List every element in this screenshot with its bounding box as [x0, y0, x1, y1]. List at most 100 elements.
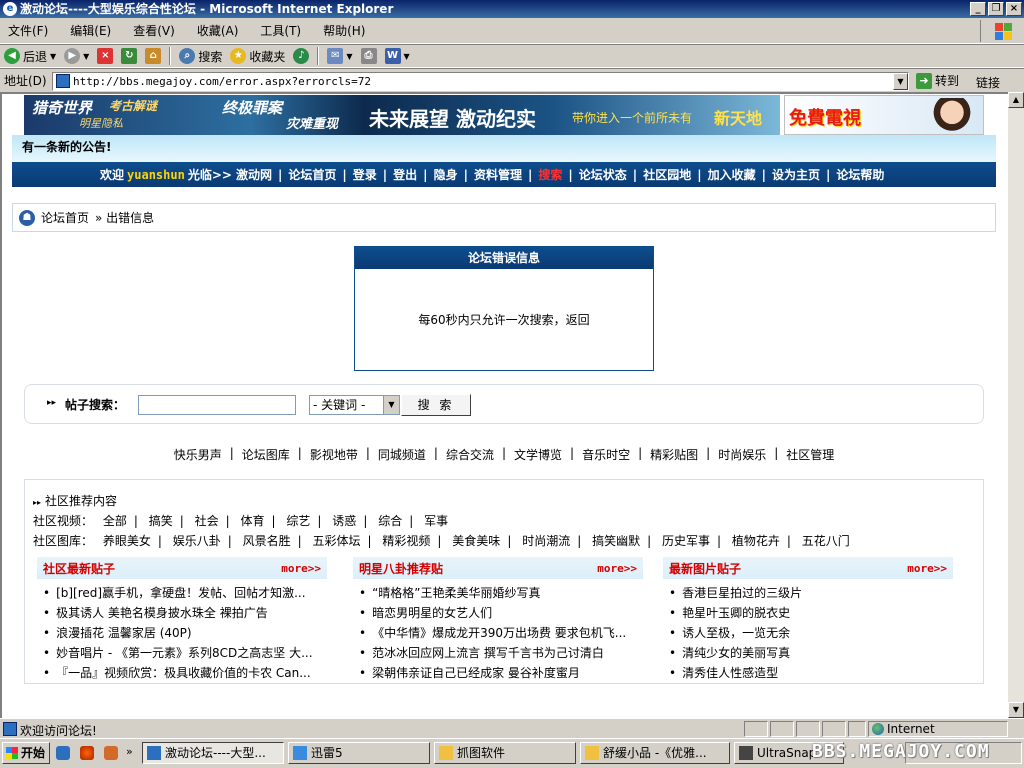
menu-favorites[interactable]: 收藏(A)	[197, 22, 239, 39]
gallery-link[interactable]: 五彩体坛	[313, 534, 361, 548]
search-type-select[interactable]: - 关键词 - ▼	[309, 395, 400, 415]
video-link[interactable]: 搞笑	[149, 514, 173, 528]
video-link[interactable]: 军事	[424, 514, 448, 528]
list-item[interactable]: “晴格格”王艳柔美华丽婚纱写真	[359, 583, 643, 603]
announcement-bar[interactable]: 有一条新的公告!	[12, 135, 996, 162]
category-link[interactable]: 论坛图库	[242, 446, 290, 466]
nav-item[interactable]: 登录	[353, 166, 377, 183]
taskbar-task[interactable]: 舒缓小品 -《优雅...	[580, 742, 730, 764]
refresh-button[interactable]: ↻	[121, 48, 138, 64]
category-link[interactable]: 时尚娱乐	[718, 446, 766, 466]
media-button[interactable]: ♪	[293, 48, 310, 64]
forward-button[interactable]: ▶ ▼	[64, 48, 89, 64]
gallery-link[interactable]: 历史军事	[662, 534, 710, 548]
gallery-link[interactable]: 时尚潮流	[522, 534, 570, 548]
menu-help[interactable]: 帮助(H)	[323, 22, 365, 39]
nav-item[interactable]: 设为主页	[772, 166, 820, 183]
menu-file[interactable]: 文件(F)	[8, 22, 48, 39]
gallery-link[interactable]: 养眼美女	[103, 534, 151, 548]
maximize-button[interactable]: ❐	[988, 2, 1004, 16]
taskbar-task[interactable]: 抓图软件	[434, 742, 576, 764]
video-link[interactable]: 诱惑	[332, 514, 356, 528]
category-link[interactable]: 影视地带	[310, 446, 358, 466]
gallery-link[interactable]: 美食美味	[452, 534, 500, 548]
quicklaunch-more-icon[interactable]: »	[126, 745, 133, 758]
menu-edit[interactable]: 编辑(E)	[70, 22, 111, 39]
nav-item[interactable]: 论坛帮助	[836, 166, 884, 183]
category-link[interactable]: 社区管理	[786, 446, 834, 466]
category-link[interactable]: 音乐时空	[582, 446, 630, 466]
favorites-button[interactable]: ★ 收藏夹	[230, 48, 285, 65]
side-banner-ad[interactable]: 免費電視	[784, 95, 984, 135]
list-item[interactable]: 极其诱人 美艳名模身披水珠全 裸拍广告	[43, 603, 327, 623]
nav-item[interactable]: 论坛状态	[579, 166, 627, 183]
print-button[interactable]: ⎙	[360, 48, 377, 64]
menu-view[interactable]: 查看(V)	[133, 22, 175, 39]
gallery-link[interactable]: 风景名胜	[243, 534, 291, 548]
list-item[interactable]: 范冰冰回应网上流言 撰写千言书为己讨清白	[359, 643, 643, 663]
vertical-scrollbar[interactable]: ▲ ▼	[1008, 92, 1024, 718]
menu-tools[interactable]: 工具(T)	[260, 22, 301, 39]
category-link[interactable]: 同城频道	[378, 446, 426, 466]
gallery-link[interactable]: 搞笑幽默	[592, 534, 640, 548]
category-link[interactable]: 精彩贴图	[650, 446, 698, 466]
go-button[interactable]: ➜ 转到	[916, 72, 959, 89]
gallery-link[interactable]: 娱乐八卦	[173, 534, 221, 548]
scroll-up-button[interactable]: ▲	[1008, 92, 1024, 108]
list-item[interactable]: 清纯少女的美丽写真	[669, 643, 953, 663]
close-button[interactable]: ×	[1006, 2, 1022, 16]
list-item[interactable]: 妙音唱片 - 《第一元素》系列8CD之高志坚 大...	[43, 643, 327, 663]
video-link[interactable]: 体育	[241, 514, 265, 528]
nav-username[interactable]: yuanshun	[127, 168, 185, 182]
nav-item[interactable]: 加入收藏	[708, 166, 756, 183]
nav-item[interactable]: 隐身	[434, 166, 458, 183]
home-button[interactable]: ⌂	[145, 48, 162, 64]
search-button[interactable]: ⌕ 搜索	[179, 48, 222, 65]
nav-item[interactable]: 登出	[393, 166, 417, 183]
list-item[interactable]: 梁朝伟亲证自己已经成家 曼谷补度蜜月	[359, 663, 643, 683]
back-button[interactable]: ◀ 后退 ▼	[4, 48, 56, 65]
breadcrumb-home[interactable]: 论坛首页	[41, 209, 89, 226]
nav-item[interactable]: 资料管理	[474, 166, 522, 183]
gallery-link[interactable]: 精彩视频	[382, 534, 430, 548]
quicklaunch-app-icon[interactable]	[104, 746, 118, 760]
quicklaunch-ie-icon[interactable]	[56, 746, 70, 760]
list-item[interactable]: 诱人至极，一览无余	[669, 623, 953, 643]
list-item[interactable]: [b][red]赢手机，拿硬盘！发帖、回帖才知激...	[43, 583, 327, 603]
list-item[interactable]: 浪漫插花 温馨家居 (40P)	[43, 623, 327, 643]
nav-item[interactable]: 论坛首页	[288, 166, 336, 183]
start-button[interactable]: 开始	[2, 742, 50, 764]
list-item[interactable]: 《中华情》爆成龙开390万出场费 要求包机飞...	[359, 623, 643, 643]
nav-item[interactable]: 激动网	[236, 166, 272, 183]
top-banner-ad[interactable]: 猎奇世界 考古解谜 明星隐私 终极罪案 灾难重现 未来展望 激动纪实 带你进入一…	[24, 95, 780, 135]
taskbar-task[interactable]: 激动论坛----大型...	[142, 742, 284, 764]
video-link[interactable]: 全部	[103, 514, 127, 528]
more-link[interactable]: more>>	[907, 562, 947, 575]
gallery-link[interactable]: 五花八门	[802, 534, 850, 548]
mail-button[interactable]: ✉ ▼	[327, 48, 353, 64]
more-link[interactable]: more>>	[281, 562, 321, 575]
quicklaunch-media-icon[interactable]	[80, 746, 94, 760]
search-input[interactable]	[138, 395, 296, 415]
list-item[interactable]: 艳星叶玉卿的脱衣史	[669, 603, 953, 623]
list-item[interactable]: 香港巨星拍过的三级片	[669, 583, 953, 603]
more-link[interactable]: more>>	[597, 562, 637, 575]
minimize-button[interactable]: _	[970, 2, 986, 16]
video-link[interactable]: 综艺	[286, 514, 310, 528]
category-link[interactable]: 综合交流	[446, 446, 494, 466]
scroll-down-button[interactable]: ▼	[1008, 702, 1024, 718]
stop-button[interactable]: ×	[97, 48, 114, 64]
nav-item[interactable]: 社区园地	[643, 166, 691, 183]
links-button[interactable]: 链接	[976, 74, 1000, 91]
window-title-bar[interactable]: e 激动论坛----大型娱乐综合性论坛 - Microsoft Internet…	[0, 0, 1024, 18]
list-item[interactable]: 清秀佳人性感造型	[669, 663, 953, 683]
video-link[interactable]: 综合	[378, 514, 402, 528]
taskbar-task[interactable]: 迅雷5	[288, 742, 430, 764]
nav-item-search[interactable]: 搜索	[538, 166, 562, 183]
list-item[interactable]: 『一品』视频欣赏：极具收藏价值的卡农 Can...	[43, 663, 327, 683]
address-dropdown-button[interactable]: ▼	[893, 73, 908, 90]
edit-button[interactable]: W ▼	[384, 48, 410, 64]
search-submit-button[interactable]: 搜 索	[401, 394, 471, 416]
gallery-link[interactable]: 植物花卉	[732, 534, 780, 548]
list-item[interactable]: 暗恋男明星的女艺人们	[359, 603, 643, 623]
